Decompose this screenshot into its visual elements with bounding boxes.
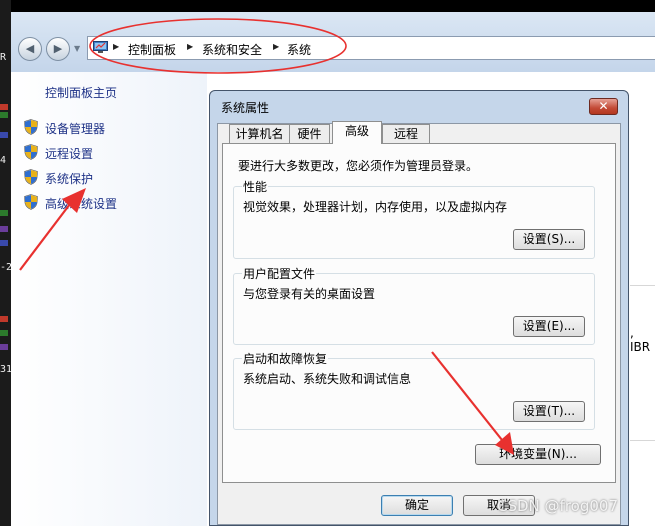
forward-button[interactable]: ▶ (46, 37, 70, 61)
shield-icon (24, 119, 38, 135)
edge-color-bar (0, 210, 8, 216)
control-panel-icon (93, 41, 108, 53)
sidebar-item-label: 系统保护 (45, 172, 94, 186)
edge-fragment: R (0, 52, 7, 63)
edge-color-bar (0, 104, 8, 110)
admin-notice: 要进行大多数更改，您必须作为管理员登录。 (238, 159, 479, 173)
profiles-settings-button[interactable]: 设置(E)... (513, 316, 585, 337)
background-text-fragment: , IBR (630, 326, 651, 354)
sidebar (11, 72, 207, 526)
edge-fragment: 4 (0, 155, 7, 166)
shield-icon (24, 194, 38, 210)
sidebar-item-label: 高级系统设置 (45, 197, 118, 211)
breadcrumb-system-security[interactable]: 系统和安全 (202, 41, 262, 58)
edge-color-bar (0, 226, 8, 232)
arrow-left-icon: ◀ (25, 42, 35, 55)
ok-button[interactable]: 确定 (381, 495, 453, 516)
history-dropdown-icon[interactable]: ▼ (74, 44, 80, 53)
sidebar-item-label: 设备管理器 (45, 122, 106, 136)
address-input[interactable]: ▶ 控制面板 ▶ 系统和安全 ▶ 系统 (87, 36, 655, 60)
edge-color-bar (0, 132, 8, 138)
group-description: 视觉效果，处理器计划，内存使用，以及虚拟内存 (243, 200, 508, 214)
tab-remote[interactable]: 远程 (382, 124, 430, 143)
dialog-title: 系统属性 (221, 101, 270, 115)
dialog-body: 计算机名 硬件 高级 远程 要进行大多数更改，您必须作为管理员登录。 性能 视觉… (217, 121, 621, 525)
breadcrumb-arrow-icon[interactable]: ▶ (187, 42, 193, 51)
arrow-right-icon: ▶ (53, 42, 63, 55)
close-icon: ✕ (598, 99, 609, 113)
tab-advanced[interactable]: 高级 (332, 121, 382, 144)
divider (630, 285, 655, 286)
group-description: 与您登录有关的桌面设置 (243, 287, 376, 301)
group-description: 系统启动、系统失败和调试信息 (243, 372, 412, 386)
group-title: 用户配置文件 (242, 265, 317, 282)
group-title: 启动和故障恢复 (242, 350, 329, 367)
sidebar-home-link[interactable]: 控制面板主页 (45, 84, 117, 101)
tab-computer-name[interactable]: 计算机名 (229, 124, 290, 143)
shield-icon (24, 169, 38, 185)
divider (630, 440, 655, 441)
system-properties-dialog: 系统属性 ✕ 计算机名 硬件 高级 远程 要进行大多数更改，您必须作为管理员登录… (209, 90, 629, 526)
environment-variables-button[interactable]: 环境变量(N)... (475, 444, 601, 465)
startup-recovery-group: 启动和故障恢复 系统启动、系统失败和调试信息 设置(T)... (233, 350, 595, 430)
advanced-tab-panel: 要进行大多数更改，您必须作为管理员登录。 性能 视觉效果，处理器计划，内存使用，… (222, 143, 616, 483)
back-button[interactable]: ◀ (18, 37, 42, 61)
performance-group: 性能 视觉效果，处理器计划，内存使用，以及虚拟内存 设置(S)... (233, 178, 595, 259)
tab-hardware[interactable]: 硬件 (289, 124, 330, 143)
shield-icon (24, 144, 38, 160)
performance-settings-button[interactable]: 设置(S)... (513, 229, 585, 250)
window-top-strip (11, 0, 655, 12)
breadcrumb-arrow-icon[interactable]: ▶ (113, 42, 119, 51)
edge-color-bar (0, 112, 8, 118)
startup-settings-button[interactable]: 设置(T)... (513, 401, 585, 422)
close-button[interactable]: ✕ (589, 98, 618, 115)
breadcrumb-arrow-icon[interactable]: ▶ (273, 42, 279, 51)
sidebar-item-label: 远程设置 (45, 147, 94, 161)
user-profiles-group: 用户配置文件 与您登录有关的桌面设置 设置(E)... (233, 265, 595, 345)
edge-color-bar (0, 330, 8, 336)
breadcrumb-system[interactable]: 系统 (287, 41, 311, 58)
edge-color-bar (0, 316, 8, 322)
group-title: 性能 (242, 178, 269, 195)
edge-color-bar (0, 240, 8, 246)
edge-color-bar (0, 344, 8, 350)
watermark: CSDN @frog007 (497, 497, 618, 515)
breadcrumb-control-panel[interactable]: 控制面板 (128, 41, 176, 58)
